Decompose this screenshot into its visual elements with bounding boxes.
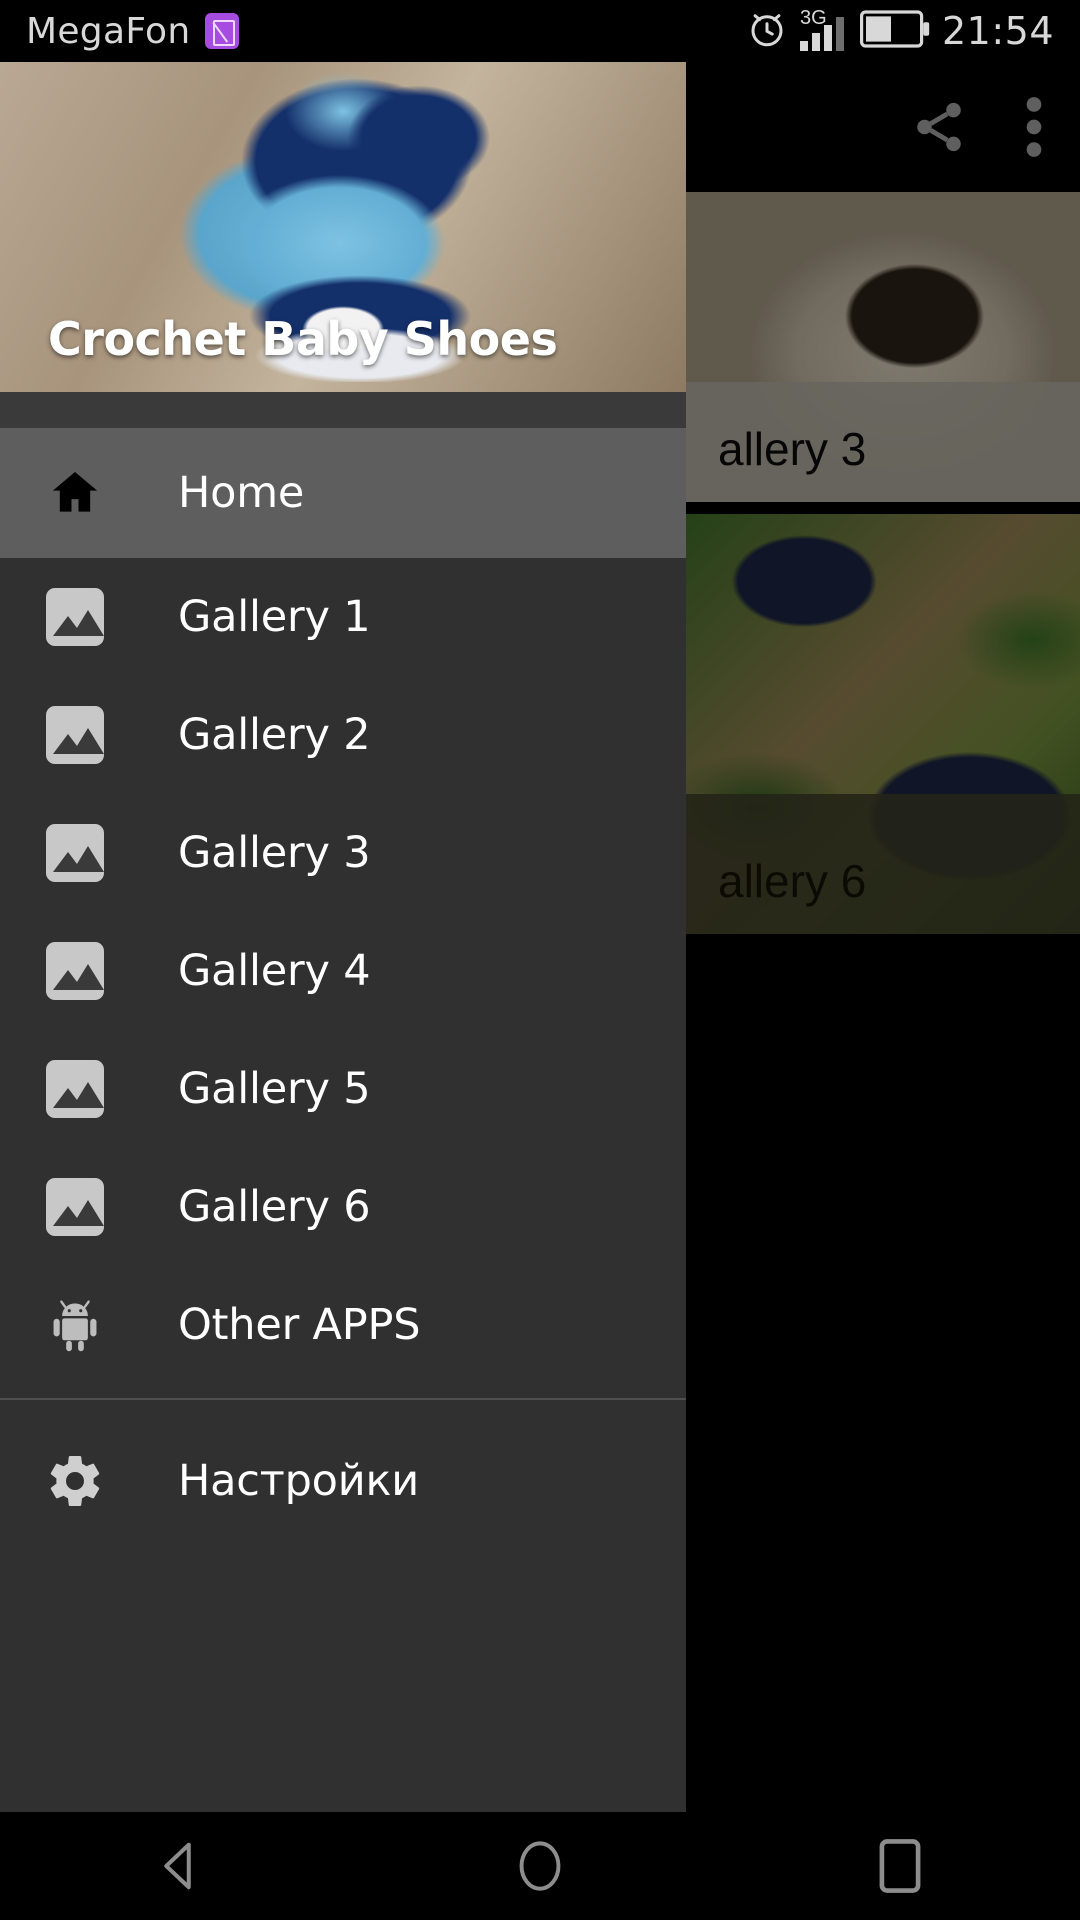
image-icon bbox=[16, 588, 134, 646]
drawer-settings-section: Настройки bbox=[0, 1400, 686, 1540]
sidebar-item-gallery-3[interactable]: Gallery 3 bbox=[0, 794, 686, 912]
sidebar-item-gallery-4[interactable]: Gallery 4 bbox=[0, 912, 686, 1030]
image-icon bbox=[16, 824, 134, 882]
back-icon[interactable] bbox=[80, 1812, 280, 1920]
sidebar-item-label: Gallery 1 bbox=[178, 592, 371, 642]
image-icon bbox=[16, 706, 134, 764]
battery-half-icon bbox=[859, 9, 932, 54]
gear-icon bbox=[16, 1451, 134, 1511]
navigation-drawer: Crochet Baby Shoes Home Gallery 1 Galler… bbox=[0, 62, 686, 1860]
drawer-header-gap bbox=[0, 392, 686, 428]
sim-card-icon bbox=[204, 13, 239, 49]
drawer-header: Crochet Baby Shoes bbox=[0, 62, 686, 392]
sidebar-item-label: Gallery 6 bbox=[178, 1182, 371, 1232]
signal-bars-icon: 3G bbox=[798, 7, 850, 51]
signal-bar-2 bbox=[811, 33, 820, 51]
sidebar-item-gallery-1[interactable]: Gallery 1 bbox=[0, 558, 686, 676]
alarm-clock-icon bbox=[746, 8, 788, 55]
home-icon bbox=[16, 465, 134, 521]
sidebar-item-label: Gallery 2 bbox=[178, 710, 371, 760]
android-icon bbox=[16, 1294, 134, 1356]
sidebar-item-gallery-2[interactable]: Gallery 2 bbox=[0, 676, 686, 794]
network-type-label: 3G bbox=[799, 7, 827, 29]
sidebar-item-label: Other APPS bbox=[178, 1300, 421, 1350]
carrier-label: MegaFon bbox=[26, 10, 191, 52]
status-bar-icons: 3G 21:54 bbox=[746, 7, 1054, 55]
sidebar-item-settings[interactable]: Настройки bbox=[0, 1422, 686, 1540]
home-circle-icon[interactable] bbox=[440, 1812, 640, 1920]
app-title: Crochet Baby Shoes bbox=[48, 312, 558, 366]
recents-icon[interactable] bbox=[800, 1812, 1000, 1920]
sidebar-item-label: Home bbox=[178, 468, 305, 518]
sidebar-item-label: Gallery 5 bbox=[178, 1064, 371, 1114]
signal-bar-3 bbox=[823, 25, 832, 51]
system-navigation-bar bbox=[0, 1812, 1080, 1920]
sidebar-item-gallery-5[interactable]: Gallery 5 bbox=[0, 1030, 686, 1148]
signal-bar-1 bbox=[799, 41, 808, 51]
clock-label: 21:54 bbox=[941, 9, 1054, 53]
image-icon bbox=[16, 942, 134, 1000]
image-icon bbox=[16, 1060, 134, 1118]
sidebar-item-gallery-6[interactable]: Gallery 6 bbox=[0, 1148, 686, 1266]
status-bar: MegaFon 3G 21:54 bbox=[0, 0, 1080, 62]
sidebar-item-other-apps[interactable]: Other APPS bbox=[0, 1266, 686, 1384]
sidebar-item-label: Gallery 4 bbox=[178, 946, 371, 996]
sidebar-item-label: Настройки bbox=[178, 1456, 420, 1506]
sidebar-item-home[interactable]: Home bbox=[0, 428, 686, 558]
sidebar-item-label: Gallery 3 bbox=[178, 828, 371, 878]
phone-screen: MegaFon 3G 21:54 allery 3 allery 6 Croch… bbox=[0, 0, 1080, 1920]
signal-bar-4 bbox=[835, 17, 844, 51]
image-icon bbox=[16, 1178, 134, 1236]
